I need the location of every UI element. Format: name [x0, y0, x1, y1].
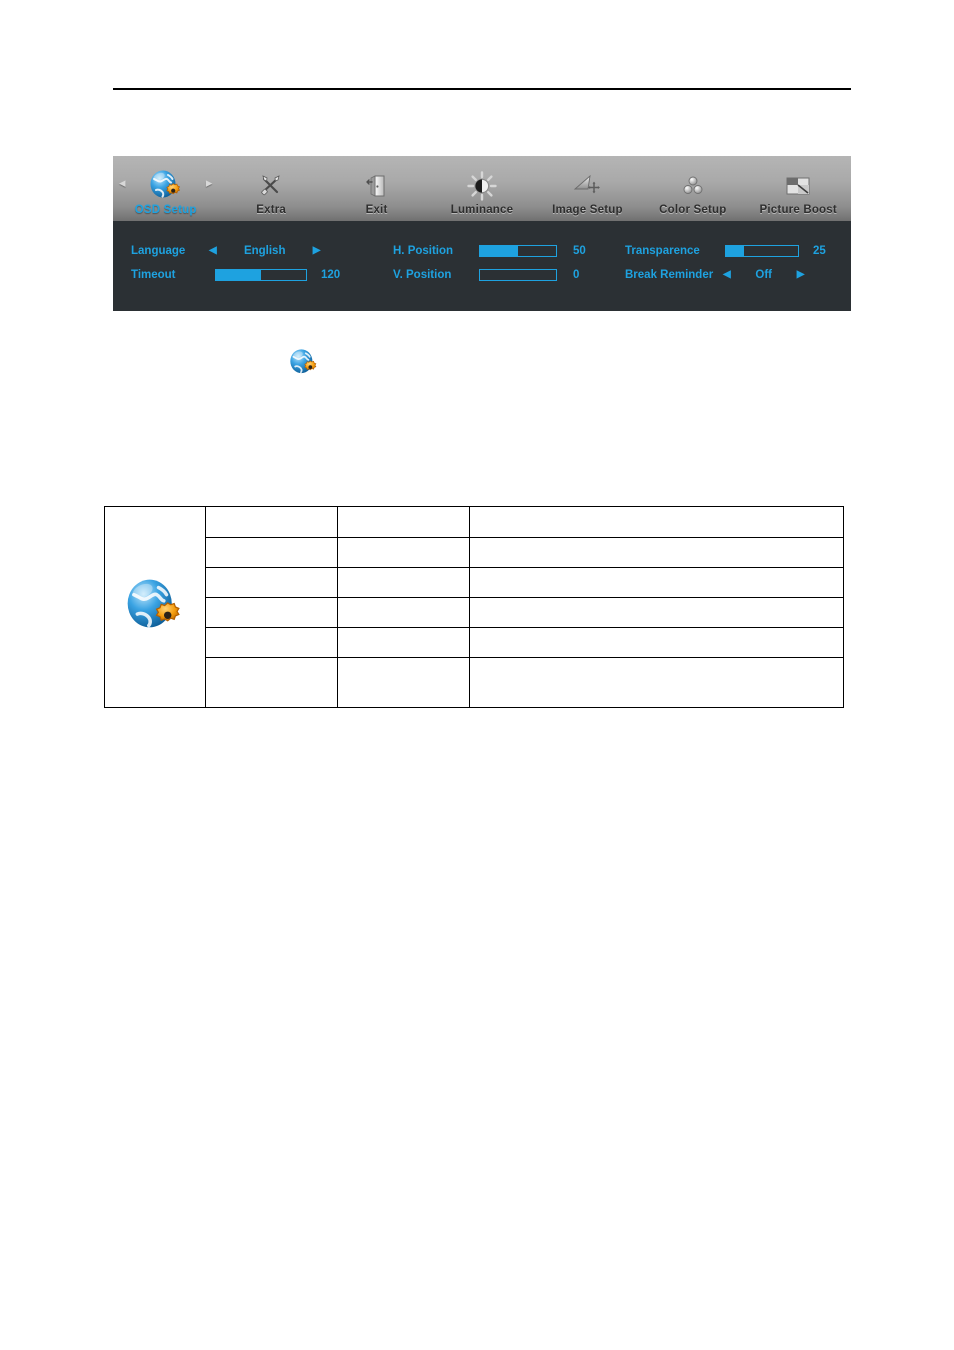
table-row	[105, 567, 844, 598]
tab-label: OSD Setup	[134, 204, 197, 216]
table-row	[105, 657, 844, 708]
table-cell	[337, 657, 470, 708]
setting-label: Language	[131, 245, 186, 257]
table-cell	[469, 657, 844, 708]
tab-extra[interactable]: Extra	[218, 156, 323, 221]
setting-label: Transparence	[625, 245, 700, 257]
setting-label: V. Position	[393, 269, 452, 281]
h-position-slider-fill	[480, 246, 518, 256]
transparence-slider[interactable]	[725, 245, 799, 257]
timeout-slider-fill	[216, 270, 261, 280]
table-cell	[205, 597, 338, 628]
prev-tab-chevron-icon[interactable]: ◂	[119, 176, 126, 189]
setting-v-position[interactable]: V. Position 0	[393, 263, 618, 287]
globe-gear-icon	[147, 169, 185, 203]
page-header-rule	[113, 88, 851, 90]
sun-brightness-icon	[467, 169, 497, 203]
tab-label: Color Setup	[659, 204, 727, 216]
setting-break-reminder[interactable]: Break Reminder ◀ Off ▶	[625, 263, 837, 287]
osd-menu-window: ◂ ▸ OSD Setup Extra Exit Luminance Image…	[113, 156, 851, 311]
osd-column-middle: H. Position 50 V. Position 0	[393, 239, 618, 287]
setting-value: 25	[813, 245, 826, 257]
tab-luminance[interactable]: Luminance	[429, 156, 534, 221]
table-cell	[469, 627, 844, 658]
setting-label: Timeout	[131, 269, 176, 281]
setting-value: 120	[321, 269, 341, 281]
osd-settings-body: Language ◀ English ▶ Timeout 120 H. Posi…	[113, 221, 851, 311]
decrease-arrow-icon[interactable]: ◀	[723, 270, 731, 280]
exit-door-icon	[365, 169, 389, 203]
tab-label: Image Setup	[552, 204, 623, 216]
decrease-arrow-icon[interactable]: ◀	[209, 246, 217, 256]
setting-value: Off	[755, 269, 772, 281]
table-cell	[205, 657, 338, 708]
h-position-slider[interactable]	[479, 245, 557, 257]
crossed-tools-icon	[258, 169, 284, 203]
tab-osd-setup[interactable]: ◂ ▸ OSD Setup	[113, 156, 218, 221]
increase-arrow-icon[interactable]: ▶	[797, 270, 805, 280]
table-row	[105, 597, 844, 628]
table-cell	[337, 537, 470, 568]
tab-image-setup[interactable]: Image Setup	[535, 156, 640, 221]
setting-value: 0	[573, 269, 580, 281]
setting-transparence[interactable]: Transparence 25	[625, 239, 837, 263]
tab-label: Extra	[256, 204, 287, 216]
table-cell	[469, 597, 844, 628]
picture-boost-icon	[784, 169, 812, 203]
table-cell	[337, 627, 470, 658]
transparence-slider-fill	[726, 246, 744, 256]
tab-label: Luminance	[450, 204, 514, 216]
setting-timeout[interactable]: Timeout 120	[131, 263, 391, 287]
table-cell	[205, 567, 338, 598]
table-cell	[205, 627, 338, 658]
next-tab-chevron-icon[interactable]: ▸	[206, 176, 213, 189]
increase-arrow-icon[interactable]: ▶	[313, 246, 321, 256]
image-move-icon	[572, 169, 602, 203]
v-position-slider[interactable]	[479, 269, 557, 281]
osd-column-left: Language ◀ English ▶ Timeout 120	[131, 239, 391, 287]
tab-label: Picture Boost	[759, 204, 837, 216]
table-cell	[337, 567, 470, 598]
setting-label: Break Reminder	[625, 269, 714, 281]
table-cell	[205, 506, 338, 538]
table-cell	[469, 537, 844, 568]
tab-exit[interactable]: Exit	[324, 156, 429, 221]
tab-color-setup[interactable]: Color Setup	[640, 156, 745, 221]
tab-picture-boost[interactable]: Picture Boost	[746, 156, 851, 221]
tab-label: Exit	[365, 204, 388, 216]
osd-column-right: Transparence 25 Break Reminder ◀ Off ▶	[625, 239, 837, 287]
table-cell	[337, 597, 470, 628]
osd-setup-spec-table	[104, 506, 844, 708]
setting-h-position[interactable]: H. Position 50	[393, 239, 618, 263]
setting-language[interactable]: Language ◀ English ▶	[131, 239, 391, 263]
table-icon-cell	[104, 506, 206, 708]
table-row	[105, 627, 844, 658]
table-row	[104, 506, 844, 708]
osd-tab-bar: ◂ ▸ OSD Setup Extra Exit Luminance Image…	[113, 156, 851, 221]
osd-setup-icon	[286, 348, 322, 378]
setting-value: English	[243, 245, 286, 257]
three-circles-icon	[680, 169, 706, 203]
table-cell	[205, 537, 338, 568]
setting-value: 50	[573, 245, 586, 257]
table-cell	[469, 567, 844, 598]
setting-label: H. Position	[393, 245, 454, 257]
table-cell	[337, 506, 470, 538]
table-row	[105, 537, 844, 568]
timeout-slider[interactable]	[215, 269, 307, 281]
table-cell	[469, 506, 844, 538]
